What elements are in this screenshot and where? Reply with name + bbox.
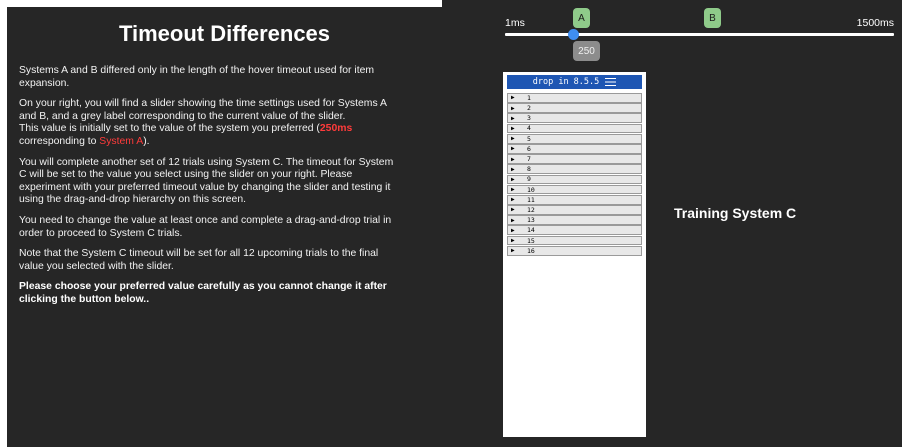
tree-item-label: 2 — [527, 104, 531, 113]
drop-target-label: drop in 8.5.5 — [532, 77, 600, 87]
tree-item-label: 8 — [527, 165, 531, 174]
slider-track[interactable] — [505, 33, 894, 36]
expand-arrow-icon[interactable]: ▶ — [508, 186, 521, 193]
tree-item[interactable]: ▶ 3 — [507, 113, 642, 124]
expand-arrow-icon[interactable]: ▶ — [508, 105, 521, 112]
drag-drop-hierarchy: drop in 8.5.5 ▶ 1 ▶ 2 ▶ 3 ▶ 4 ▶ 5 ▶ 6 ▶ 7 ▶ 8 ▶ 9 ▶ 10 ▶ 11 ▶ 1… — [503, 72, 646, 437]
tree-item[interactable]: ▶ 10 — [507, 184, 642, 195]
text-line: Systems A and B differed only in the len… — [19, 65, 375, 76]
text-line: value you selected with the slider. — [19, 260, 174, 272]
highlight-system-a: System A — [99, 135, 144, 147]
tree-item-label: 14 — [527, 226, 535, 235]
tree-item-label: 1 — [527, 93, 531, 102]
text-line: expansion. — [19, 77, 70, 89]
slider-handle[interactable] — [568, 29, 579, 40]
tree-item[interactable]: ▶ 2 — [507, 103, 642, 113]
text-line: You will complete another set of 12 tria… — [19, 156, 394, 168]
tree-item-label: 9 — [527, 175, 531, 184]
system-b-marker: B — [704, 8, 721, 28]
expand-arrow-icon[interactable]: ▶ — [508, 145, 521, 152]
expand-arrow-icon[interactable]: ▶ — [508, 176, 521, 183]
timeout-slider[interactable]: 1ms 1500ms A B 250 — [442, 0, 902, 70]
text-line: clicking the button below.. — [19, 293, 150, 305]
tree-item-label: 3 — [527, 114, 531, 123]
text-line: experiment with your preferred timeout v… — [19, 181, 391, 193]
training-panel: 1ms 1500ms A B 250 drop in 8.5.5 ▶ 1 ▶ 2 ▶ 3 ▶… — [442, 0, 902, 447]
slider-max-label: 1500ms — [856, 17, 894, 29]
tree-item-label: 11 — [527, 195, 535, 204]
highlight-250ms: 250ms — [319, 123, 353, 135]
expand-arrow-icon[interactable]: ▶ — [508, 125, 521, 132]
expand-arrow-icon[interactable]: ▶ — [508, 247, 521, 254]
text-line: C will be set to the value you select us… — [19, 169, 353, 181]
expand-arrow-icon[interactable]: ▶ — [508, 217, 521, 224]
text-line: Note that the System C timeout will be s… — [19, 248, 379, 260]
training-system-label: Training System C — [674, 205, 797, 221]
text-line: corresponding to System A). — [19, 136, 430, 149]
tree-item[interactable]: ▶ 1 — [507, 93, 642, 103]
expand-arrow-icon[interactable]: ▶ — [508, 227, 521, 234]
instructions-panel: Timeout Differences Systems A and B diff… — [7, 7, 442, 447]
tree-item-label: 13 — [527, 216, 535, 225]
tree-item-label: 15 — [527, 236, 535, 245]
tree-item[interactable]: ▶ 5 — [507, 133, 642, 144]
tree-item[interactable]: ▶ 15 — [507, 235, 642, 246]
tree-item-label: 16 — [527, 246, 535, 255]
expand-arrow-icon[interactable]: ▶ — [508, 237, 521, 244]
paragraph-warning: Please choose your preferred value caref… — [19, 281, 430, 306]
tree-item[interactable]: ▶ 6 — [507, 143, 642, 154]
paragraph-note: Note that the System C timeout will be s… — [19, 248, 430, 273]
text-line: using the drag-and-drop hierarchy on thi… — [19, 194, 246, 206]
text-line: and B, and a grey label corresponding to… — [19, 110, 346, 122]
text-line: Please choose your preferred value caref… — [19, 281, 387, 293]
paragraph-system-c: You will complete another set of 12 tria… — [19, 157, 430, 207]
page-title: Timeout Differences — [118, 21, 331, 46]
expand-arrow-icon[interactable]: ▶ — [508, 135, 521, 142]
drop-target-header[interactable]: drop in 8.5.5 — [507, 75, 642, 89]
tree-item[interactable]: ▶ 13 — [507, 215, 642, 226]
text-segment: This value is initially set to the value… — [19, 123, 320, 135]
tree-item-label: 5 — [527, 134, 531, 143]
slider-value-label: 250 — [573, 41, 600, 61]
tree-item[interactable]: ▶ 12 — [507, 205, 642, 215]
tree-item[interactable]: ▶ 16 — [507, 245, 642, 256]
text-line: This value is initially set to the value… — [19, 123, 430, 136]
tree-item-label: 12 — [527, 205, 535, 214]
tree-item[interactable]: ▶ 14 — [507, 225, 642, 236]
hamburger-icon — [605, 78, 617, 86]
tree-item[interactable]: ▶ 4 — [507, 123, 642, 134]
tree-item[interactable]: ▶ 11 — [507, 194, 642, 205]
expand-arrow-icon[interactable]: ▶ — [508, 196, 521, 203]
text-line: On your right, you will find a slider sh… — [19, 98, 387, 110]
tree-item-label: 7 — [527, 155, 531, 164]
tree-list: ▶ 1 ▶ 2 ▶ 3 ▶ 4 ▶ 5 ▶ 6 ▶ 7 ▶ 8 ▶ 9 ▶ 10 ▶ 11 ▶ 12 ▶ 13 ▶ 14 ▶ 15 ▶ 16 — [507, 93, 642, 256]
expand-arrow-icon[interactable]: ▶ — [508, 94, 521, 101]
text-line: order to proceed to System C trials. — [19, 227, 183, 239]
tree-item-label: 6 — [527, 144, 531, 153]
paragraph-change-value: You need to change the value at least on… — [19, 215, 430, 240]
paragraph-slider-explanation: On your right, you will find a slider sh… — [19, 98, 430, 148]
expand-arrow-icon[interactable]: ▶ — [508, 206, 521, 213]
expand-arrow-icon[interactable]: ▶ — [508, 166, 521, 173]
system-a-marker: A — [573, 8, 590, 28]
expand-arrow-icon[interactable]: ▶ — [508, 156, 521, 163]
text-segment: corresponding to — [19, 135, 100, 147]
tree-item-label: 10 — [527, 185, 535, 194]
expand-arrow-icon[interactable]: ▶ — [508, 115, 521, 122]
tree-item[interactable]: ▶ 8 — [507, 164, 642, 175]
text-line: You need to change the value at least on… — [19, 214, 392, 226]
paragraph-systems-differ: Systems A and B differed only in the len… — [19, 65, 430, 90]
tree-item[interactable]: ▶ 9 — [507, 174, 642, 185]
slider-min-label: 1ms — [505, 17, 525, 29]
text-segment: ). — [143, 135, 150, 147]
tree-item-label: 4 — [527, 124, 531, 133]
tree-item[interactable]: ▶ 7 — [507, 154, 642, 164]
